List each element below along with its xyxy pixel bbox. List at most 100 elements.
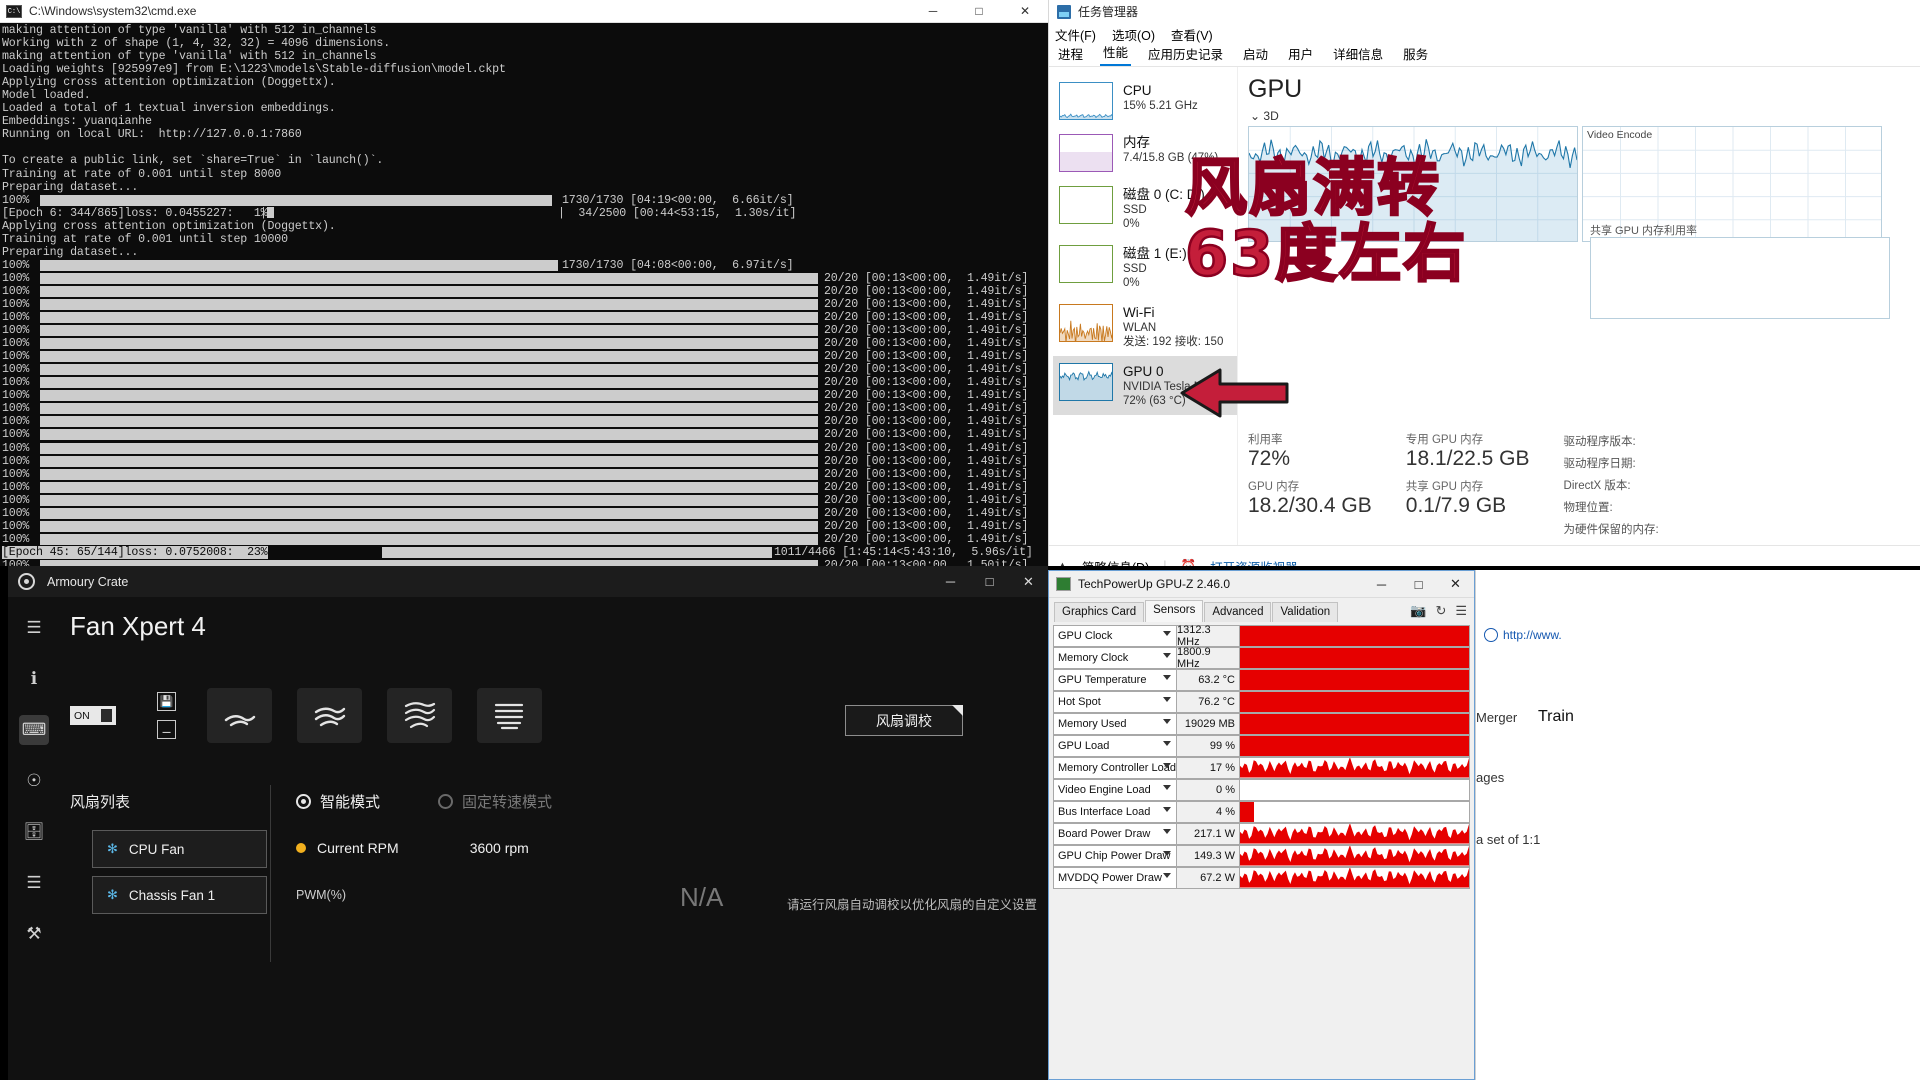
sensor-select[interactable]: Memory Clock	[1053, 647, 1177, 669]
armoury-maximize-button[interactable]: □	[970, 566, 1009, 597]
fan-profile-silent[interactable]	[207, 688, 272, 743]
sidebar-item-cpu[interactable]: CPU 15% 5.21 GHz	[1053, 75, 1237, 127]
tab-1[interactable]: 性能	[1100, 42, 1132, 66]
mode-option-smart[interactable]: 智能模式	[296, 791, 380, 812]
cmd-window: C:\ C:\Windows\system32\cmd.exe ─ □ ✕ ma…	[0, 0, 1048, 566]
gpuz-minimize-button[interactable]: ─	[1363, 571, 1400, 598]
browser-url[interactable]: http://www.	[1484, 628, 1562, 642]
fan-icon: ✻	[107, 887, 118, 902]
sensor-select[interactable]: GPU Chip Power Draw	[1053, 845, 1177, 867]
sensor-graph	[1240, 779, 1470, 801]
menu-icon[interactable]: ☰	[1455, 603, 1467, 619]
gpuz-tab-advanced[interactable]: Advanced	[1204, 602, 1272, 622]
sensor-row: GPU Temperature 63.2 °C	[1053, 669, 1470, 691]
sidebar-item-memory[interactable]: 内存 7.4/15.8 GB (47%)	[1053, 127, 1237, 179]
brief-info-button[interactable]: 简略信息(D)	[1082, 557, 1149, 567]
progress-percent: 100%	[2, 193, 30, 207]
fan-power-toggle[interactable]: ON	[70, 706, 116, 725]
sliders-icon[interactable]: ☰	[19, 868, 49, 898]
tab-3[interactable]: 启动	[1240, 44, 1271, 66]
fan-icon[interactable]: ☉	[19, 766, 49, 796]
keyboard-icon[interactable]: ⌨	[19, 715, 49, 745]
sensor-select[interactable]: Board Power Draw	[1053, 823, 1177, 845]
gpu-stat-label: 利用率	[1248, 434, 1283, 446]
fan-profile-turbo[interactable]	[387, 688, 452, 743]
epoch-progress-stats: | 34/2500 [00:44<53:15, 1.30s/it]	[558, 206, 797, 220]
fan-list-item[interactable]: ✻ CPU Fan	[92, 830, 267, 868]
images-label: ages	[1476, 770, 1505, 785]
fan-list-item[interactable]: ✻ Chassis Fan 1	[92, 876, 267, 914]
sensor-select[interactable]: Hot Spot	[1053, 691, 1177, 713]
gpuz-tab-validation[interactable]: Validation	[1272, 602, 1339, 622]
cmd-minimize-button[interactable]: ─	[910, 0, 956, 23]
tab-2[interactable]: 应用历史记录	[1145, 44, 1226, 66]
sensor-graph	[1240, 867, 1470, 889]
menu-icon[interactable]: ☰	[19, 613, 49, 643]
collapse-chevron-icon[interactable]: ▲	[1057, 560, 1068, 566]
gpu-stat: GPU 内存 18.2/30.4 GB	[1248, 480, 1372, 518]
progress-fill	[40, 364, 818, 376]
sensor-name: MVDDQ Power Draw	[1058, 871, 1162, 884]
sensor-select[interactable]: GPU Load	[1053, 735, 1177, 757]
gpuz-maximize-button[interactable]: □	[1400, 571, 1437, 598]
progress-percent: 100%	[2, 376, 30, 390]
progress-percent: 100%	[2, 480, 30, 494]
armoury-close-button[interactable]: ✕	[1009, 566, 1048, 597]
tab-5[interactable]: 详细信息	[1330, 44, 1386, 66]
progress-percent: 100%	[2, 297, 30, 311]
sensor-select[interactable]: GPU Clock	[1053, 625, 1177, 647]
chevron-down-icon	[1163, 829, 1171, 834]
tab-0[interactable]: 进程	[1055, 44, 1086, 66]
cmd-titlebar: C:\ C:\Windows\system32\cmd.exe ─ □ ✕	[0, 0, 1048, 23]
terminal-progress-bar: 100% 20/20 [00:13<00:00, 1.49it/s]	[2, 428, 1048, 441]
fan-profile-standard[interactable]	[297, 688, 362, 743]
terminal-progress-bar: 100% 20/20 [00:13<00:00, 1.49it/s]	[2, 468, 1048, 481]
terminal-progress-bar: 100% 20/20 [00:13<00:00, 1.49it/s]	[2, 350, 1048, 363]
armoury-minimize-button[interactable]: ─	[931, 566, 970, 597]
gpuz-tab-sensors[interactable]: Sensors	[1145, 600, 1204, 622]
resource-monitor-link[interactable]: 打开资源监视器	[1210, 557, 1298, 567]
sidebar-item-disk0[interactable]: 磁盘 0 (C: D:) SSD 0%	[1053, 179, 1237, 238]
mode-option-fixed[interactable]: 固定转速模式	[438, 791, 552, 812]
train-tab[interactable]: Train	[1538, 708, 1574, 726]
refresh-icon[interactable]: ↻	[1435, 603, 1446, 619]
gpuz-tab-graphics-card[interactable]: Graphics Card	[1054, 602, 1145, 622]
info-icon[interactable]: ℹ	[19, 664, 49, 694]
sidebar-item-name: Wi-Fi	[1123, 305, 1155, 320]
cmd-close-button[interactable]: ✕	[1002, 0, 1048, 23]
sensor-row: Video Engine Load 0 %	[1053, 779, 1470, 801]
sensor-select[interactable]: Bus Interface Load	[1053, 801, 1177, 823]
gpu-stat-value: 72%	[1248, 447, 1291, 470]
cmd-terminal-output[interactable]: making attention of type 'vanilla' with …	[0, 23, 1048, 566]
terminal-progress-bar: 100% 1730/1730 [04:19<00:00, 6.66it/s]	[2, 194, 1048, 207]
terminal-line: Training at rate of 0.001 until step 100…	[2, 232, 288, 246]
tab-6[interactable]: 服务	[1400, 44, 1431, 66]
sensor-select[interactable]: Memory Controller Load	[1053, 757, 1177, 779]
taskmgr-menu-2[interactable]: 查看(V)	[1171, 25, 1213, 44]
gpuz-close-button[interactable]: ✕	[1437, 571, 1474, 598]
delete-icon[interactable]: ⚊	[157, 720, 176, 739]
tab-4[interactable]: 用户	[1285, 44, 1316, 66]
sidebar-item-sub2: 发送: 192 接收: 150	[1123, 336, 1224, 348]
progress-fill	[40, 351, 818, 363]
sensor-graph	[1240, 647, 1470, 669]
sensor-value: 1312.3 MHz	[1177, 624, 1240, 648]
sidebar-item-wifi[interactable]: Wi-Fi WLAN 发送: 192 接收: 150	[1053, 297, 1237, 356]
camera-icon[interactable]: 📷	[1410, 603, 1426, 619]
progress-fill	[40, 455, 818, 467]
case-icon[interactable]: 🗄	[19, 817, 49, 847]
fan-calibration-button[interactable]: 风扇调校	[845, 705, 963, 736]
sensor-select[interactable]: Video Engine Load	[1053, 779, 1177, 801]
cmd-maximize-button[interactable]: □	[956, 0, 1002, 23]
taskmgr-menu-0[interactable]: 文件(F)	[1055, 25, 1096, 44]
sensor-value: 0 %	[1177, 779, 1240, 801]
tools-icon[interactable]: ⚒	[19, 919, 49, 949]
fan-profile-full-speed[interactable]	[477, 688, 542, 743]
sensor-select[interactable]: GPU Temperature	[1053, 669, 1177, 691]
taskmgr-menu-1[interactable]: 选项(O)	[1112, 25, 1155, 44]
sidebar-item-disk1[interactable]: 磁盘 1 (E:) SSD 0%	[1053, 238, 1237, 297]
save-icon[interactable]: 💾	[157, 692, 176, 711]
sensor-select[interactable]: Memory Used	[1053, 713, 1177, 735]
sensor-select[interactable]: MVDDQ Power Draw	[1053, 867, 1177, 889]
